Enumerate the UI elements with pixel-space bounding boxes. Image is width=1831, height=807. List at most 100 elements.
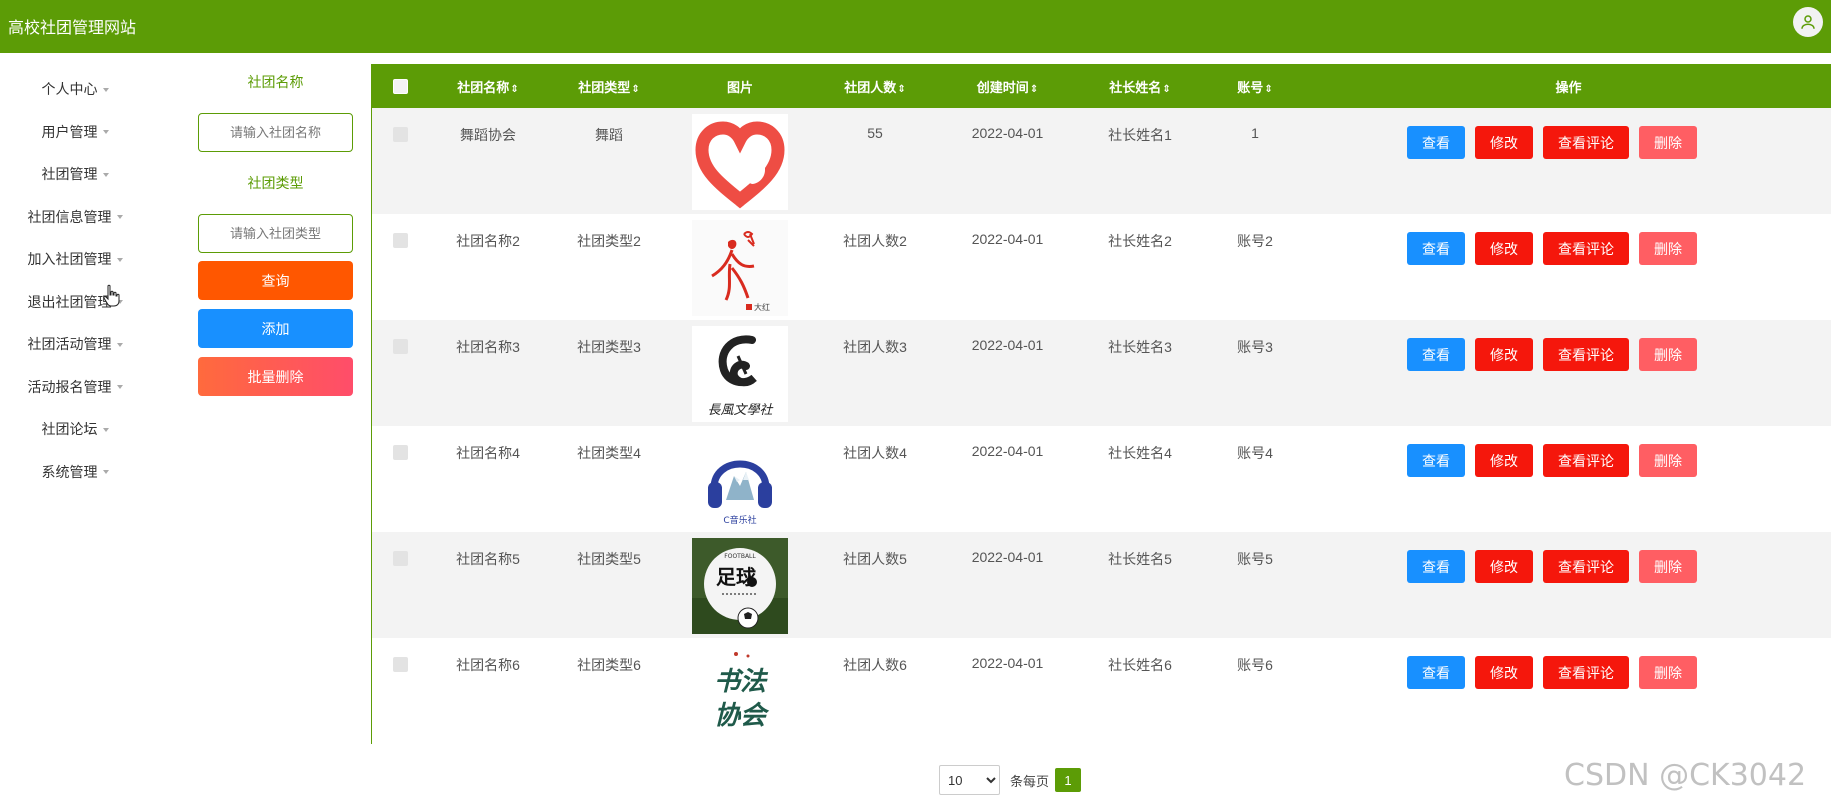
sidebar-item-club-activity-management[interactable]: 社团活动管理 (0, 323, 150, 366)
calligraphy-text-2: 协会 (714, 701, 770, 731)
site-title: 高校社团管理网站 (8, 20, 137, 37)
watermark: CSDN @CK3042 (1564, 758, 1807, 793)
row-checkbox[interactable] (392, 551, 408, 566)
top-header: 高校社团管理网站 (0, 0, 1831, 53)
club-type-input[interactable] (198, 214, 353, 253)
sidebar-item-club-info-management[interactable]: 社团信息管理 (0, 196, 150, 239)
cell-club-type: 社团类型3 (577, 339, 641, 355)
add-button[interactable]: 添加 (198, 309, 353, 348)
sort-icon[interactable]: ⇕ (510, 84, 518, 95)
chevron-down-icon (102, 470, 109, 475)
view-button[interactable]: 查看 (1407, 656, 1465, 689)
delete-button[interactable]: 删除 (1639, 444, 1697, 477)
user-avatar-button[interactable] (1793, 7, 1823, 37)
sort-icon[interactable]: ⇕ (631, 84, 639, 95)
table-row: 舞蹈协会 舞蹈 55 2022-04-01 社长姓名1 1 查看 修改 查看评论… (372, 108, 1831, 214)
sidebar-item-join-club-management[interactable]: 加入社团管理 (0, 238, 150, 281)
view-button[interactable]: 查看 (1407, 550, 1465, 583)
column-header-leader-name[interactable]: 社长姓名⇕ (1075, 64, 1205, 108)
view-button[interactable]: 查看 (1407, 338, 1465, 371)
sidebar-item-club-forum[interactable]: 社团论坛 (0, 408, 150, 451)
edit-button[interactable]: 修改 (1475, 656, 1533, 689)
row-checkbox[interactable] (392, 339, 408, 354)
delete-button[interactable]: 删除 (1639, 656, 1697, 689)
view-button[interactable]: 查看 (1407, 126, 1465, 159)
edit-button[interactable]: 修改 (1475, 126, 1533, 159)
literature-club-logo-image: 長風文學社 (692, 326, 788, 422)
club-name-label: 社团名称 (247, 74, 304, 90)
sort-icon[interactable]: ⇕ (1162, 84, 1170, 95)
headphones-logo-image: C音乐社 (692, 432, 788, 528)
column-header-image: 图片 (726, 79, 753, 95)
sidebar-item-personal-center[interactable]: 个人中心 (0, 68, 150, 111)
view-comments-button[interactable]: 查看评论 (1543, 550, 1629, 583)
batch-delete-button[interactable]: 批量删除 (198, 357, 353, 396)
page-size-select[interactable]: 10 (939, 765, 1000, 795)
cell-club-type: 社团类型4 (577, 445, 641, 461)
table-row: 社团名称5 社团类型5 FOOTBALL 足球 社团人数5 2022-04-01… (372, 532, 1831, 638)
column-header-club-type[interactable]: 社团类型⇕ (548, 64, 670, 108)
cell-club-type: 舞蹈 (595, 127, 623, 143)
row-checkbox[interactable] (392, 657, 408, 672)
sidebar-item-club-management[interactable]: 社团管理 (0, 153, 150, 196)
row-checkbox[interactable] (392, 445, 408, 460)
row-checkbox[interactable] (392, 127, 408, 142)
cell-account: 账号4 (1237, 445, 1273, 461)
cell-leader-name: 社长姓名3 (1108, 339, 1172, 355)
edit-button[interactable]: 修改 (1475, 444, 1533, 477)
column-header-created-time[interactable]: 创建时间⇕ (940, 64, 1075, 108)
column-header-account[interactable]: 账号⇕ (1205, 64, 1305, 108)
cell-club-name: 社团名称4 (456, 445, 520, 461)
select-all-checkbox[interactable] (392, 79, 408, 95)
chevron-down-icon (116, 257, 123, 262)
cell-created-time: 2022-04-01 (971, 231, 1044, 247)
view-comments-button[interactable]: 查看评论 (1543, 338, 1629, 371)
cell-created-time: 2022-04-01 (971, 655, 1044, 671)
column-header-club-name[interactable]: 社团名称⇕ (428, 64, 548, 108)
cell-member-count: 社团人数4 (843, 445, 907, 461)
dancer-tag-text: 大红 (754, 302, 770, 312)
view-comments-button[interactable]: 查看评论 (1543, 126, 1629, 159)
music-club-text: C音乐社 (723, 514, 756, 526)
cell-club-name: 社团名称2 (456, 233, 520, 249)
football-logo-image: FOOTBALL 足球 (692, 538, 788, 634)
edit-button[interactable]: 修改 (1475, 232, 1533, 265)
cell-account: 账号6 (1237, 657, 1273, 673)
column-header-member-count[interactable]: 社团人数⇕ (810, 64, 940, 108)
chevron-down-icon (102, 172, 109, 177)
query-button[interactable]: 查询 (198, 261, 353, 300)
edit-button[interactable]: 修改 (1475, 338, 1533, 371)
view-comments-button[interactable]: 查看评论 (1543, 656, 1629, 689)
sort-icon[interactable]: ⇕ (897, 84, 905, 95)
view-comments-button[interactable]: 查看评论 (1543, 232, 1629, 265)
chevron-down-icon (102, 130, 109, 135)
calligraphy-text-1: 书法 (714, 667, 769, 697)
sidebar-item-system-management[interactable]: 系统管理 (0, 451, 150, 494)
delete-button[interactable]: 删除 (1639, 338, 1697, 371)
club-name-input[interactable] (198, 113, 353, 152)
row-checkbox[interactable] (392, 233, 408, 248)
delete-button[interactable]: 删除 (1639, 126, 1697, 159)
club-table: 社团名称⇕ 社团类型⇕ 图片 社团人数⇕ 创建时间⇕ 社长姓名⇕ 账号⇕ 操作 … (372, 64, 1831, 744)
view-button[interactable]: 查看 (1407, 444, 1465, 477)
sidebar-item-quit-club-management[interactable]: 退出社团管理 (0, 281, 150, 324)
cell-leader-name: 社长姓名4 (1108, 445, 1172, 461)
cell-leader-name: 社长姓名1 (1108, 127, 1172, 143)
sidebar-item-user-management[interactable]: 用户管理 (0, 111, 150, 154)
cell-created-time: 2022-04-01 (971, 443, 1044, 459)
cell-club-type: 社团类型5 (577, 551, 641, 567)
club-table-container: 社团名称⇕ 社团类型⇕ 图片 社团人数⇕ 创建时间⇕ 社长姓名⇕ 账号⇕ 操作 … (371, 64, 1831, 744)
delete-button[interactable]: 删除 (1639, 550, 1697, 583)
view-comments-button[interactable]: 查看评论 (1543, 444, 1629, 477)
delete-button[interactable]: 删除 (1639, 232, 1697, 265)
dancer-logo-image: 大红 (692, 220, 788, 316)
sort-icon[interactable]: ⇕ (1030, 84, 1038, 95)
cell-account: 账号3 (1237, 339, 1273, 355)
calligraphy-logo-image: 书法 协会 (692, 644, 788, 740)
view-button[interactable]: 查看 (1407, 232, 1465, 265)
sidebar-item-activity-signup-management[interactable]: 活动报名管理 (0, 366, 150, 409)
edit-button[interactable]: 修改 (1475, 550, 1533, 583)
sort-icon[interactable]: ⇕ (1264, 84, 1272, 95)
page-button-current[interactable]: 1 (1055, 768, 1082, 792)
football-top-text: FOOTBALL (724, 553, 756, 560)
